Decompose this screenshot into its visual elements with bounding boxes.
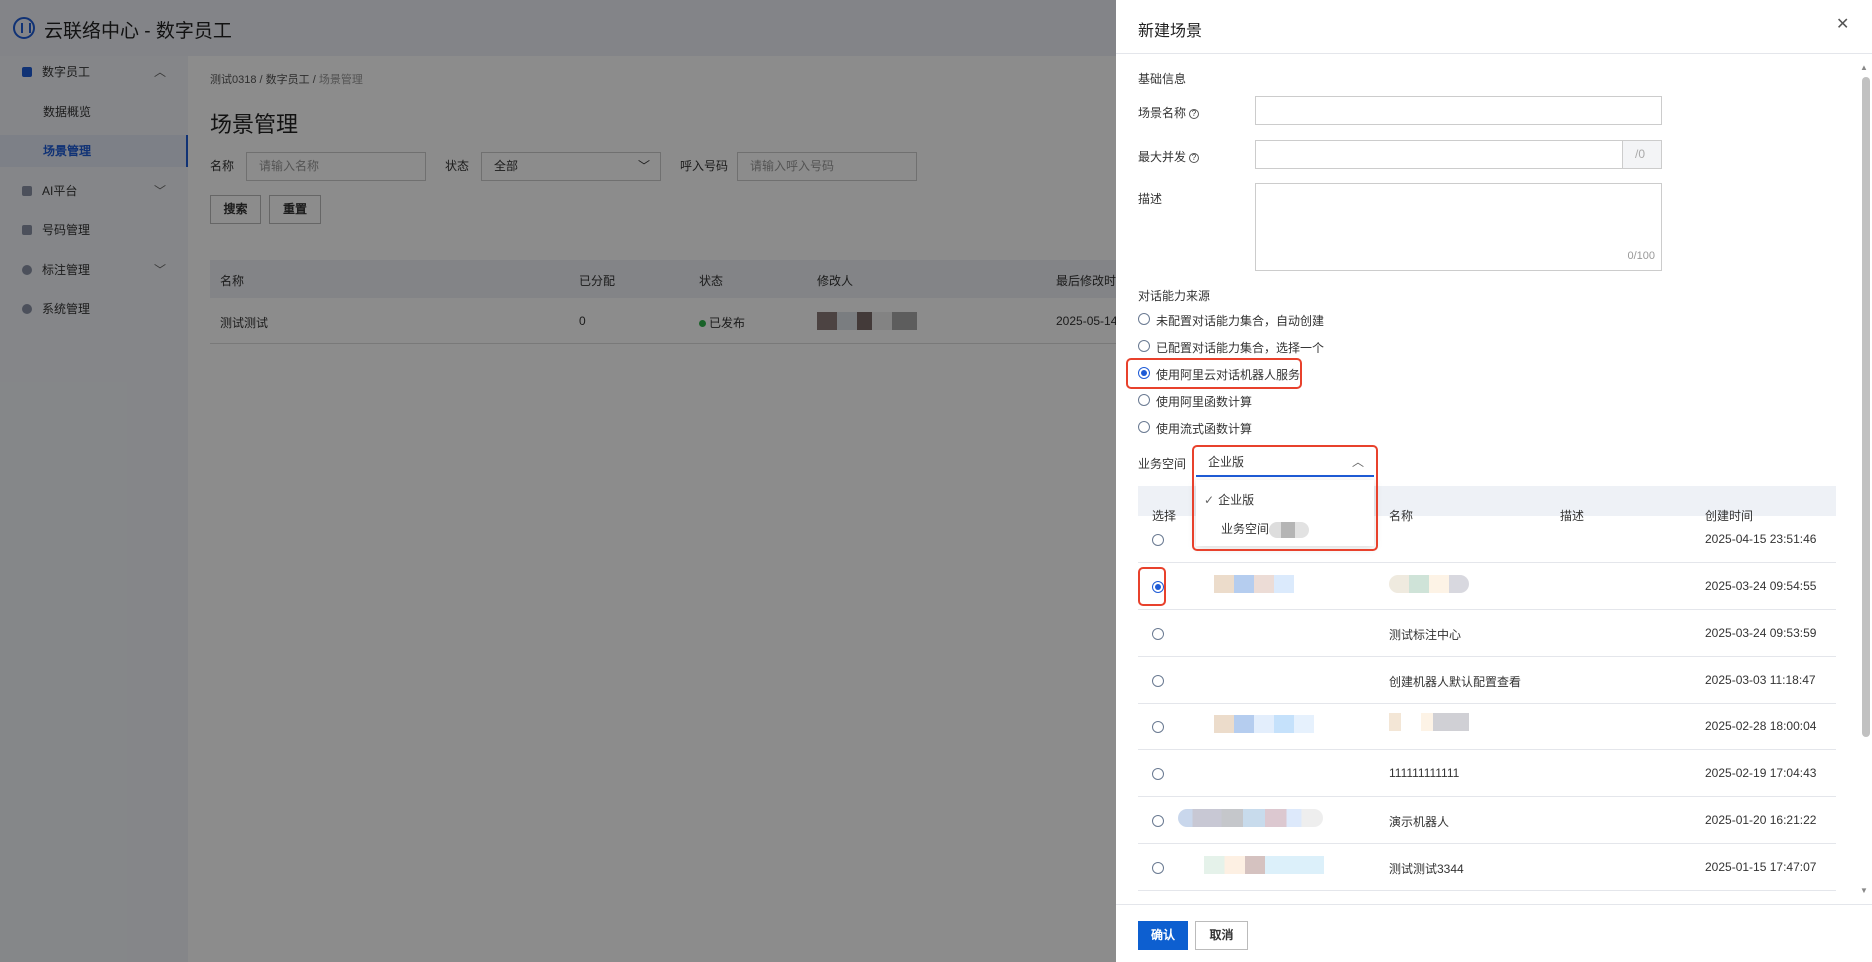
highlight-box — [1192, 445, 1378, 551]
description-textarea[interactable]: 0/100 — [1255, 183, 1662, 271]
source-radio-select-existing[interactable] — [1138, 340, 1150, 352]
description-label: 描述 — [1138, 192, 1163, 206]
close-icon[interactable]: ✕ — [1836, 14, 1849, 34]
redacted-block — [1214, 575, 1294, 593]
source-radio-stream-function[interactable] — [1138, 421, 1150, 433]
redacted-block — [1178, 809, 1323, 827]
radio-label[interactable]: 使用阿里函数计算 — [1156, 393, 1252, 410]
help-icon[interactable]: ? — [1189, 152, 1200, 163]
help-icon[interactable]: ? — [1189, 108, 1200, 119]
cancel-button[interactable]: 取消 — [1195, 921, 1248, 950]
table-row[interactable]: 2025-02-28 18:00:04 — [1138, 703, 1836, 750]
footer-divider — [1116, 904, 1872, 905]
drawer-title: 新建场景 — [1138, 23, 1203, 40]
table-row[interactable]: 演示机器人 2025-01-20 16:21:22 — [1138, 797, 1836, 844]
row-created-time: 2025-02-19 17:04:43 — [1705, 766, 1817, 780]
row-name: 111111111111 — [1389, 766, 1460, 780]
scene-name-input[interactable] — [1255, 96, 1662, 125]
scroll-up-icon[interactable]: ▲ — [1860, 63, 1868, 72]
table-row[interactable]: 测试标注中心 2025-03-24 09:53:59 — [1138, 610, 1836, 657]
row-radio[interactable] — [1152, 675, 1164, 687]
max-concurrency-label: 最大并发? — [1138, 148, 1200, 165]
label-text: 最大并发 — [1138, 150, 1187, 164]
redacted-block — [1389, 575, 1469, 593]
scroll-down-icon[interactable]: ▼ — [1860, 886, 1868, 895]
char-counter: 0/100 — [1627, 250, 1655, 262]
highlight-box — [1126, 358, 1302, 389]
workspace-label: 业务空间 — [1138, 457, 1187, 471]
row-radio[interactable] — [1152, 721, 1164, 733]
row-created-time: 2025-03-24 09:53:59 — [1705, 626, 1817, 640]
row-created-time: 2025-01-15 17:47:07 — [1705, 860, 1817, 874]
highlight-box — [1138, 567, 1166, 606]
redacted-block — [1214, 715, 1314, 733]
new-scene-drawer: 新建场景 ✕ 基础信息 场景名称? 最大并发? /0 描述 0/100 对话能力… — [1116, 0, 1872, 962]
row-radio[interactable] — [1152, 628, 1164, 640]
row-created-time: 2025-01-20 16:21:22 — [1705, 813, 1817, 827]
row-created-time: 2025-02-28 18:00:04 — [1705, 719, 1817, 733]
section-basic-info: 基础信息 — [1138, 72, 1187, 86]
row-name: 测试标注中心 — [1389, 628, 1462, 642]
table-row[interactable]: 测试测试3344 2025-01-15 17:47:07 — [1138, 844, 1836, 891]
source-radio-auto-create[interactable] — [1138, 313, 1150, 325]
redacted-block — [1389, 713, 1469, 731]
table-row[interactable]: 2025-03-24 09:54:55 — [1138, 563, 1836, 610]
section-dialog-source: 对话能力来源 — [1138, 289, 1211, 303]
row-radio[interactable] — [1152, 768, 1164, 780]
confirm-button[interactable]: 确认 — [1138, 921, 1188, 950]
row-created-time: 2025-03-24 09:54:55 — [1705, 579, 1817, 593]
row-radio[interactable] — [1152, 815, 1164, 827]
row-radio[interactable] — [1152, 862, 1164, 874]
row-name: 演示机器人 — [1389, 815, 1450, 829]
table-row[interactable]: 111111111111 2025-02-19 17:04:43 — [1138, 750, 1836, 797]
scrollbar-thumb[interactable] — [1862, 77, 1870, 737]
source-radio-function-compute[interactable] — [1138, 394, 1150, 406]
modal-overlay[interactable] — [0, 0, 1116, 962]
radio-label[interactable]: 已配置对话能力集合，选择一个 — [1156, 339, 1324, 356]
radio-label[interactable]: 使用流式函数计算 — [1156, 420, 1252, 437]
label-text: 场景名称 — [1138, 106, 1187, 120]
max-concurrency-input[interactable] — [1255, 140, 1623, 169]
row-radio[interactable] — [1152, 534, 1164, 546]
row-name: 创建机器人默认配置查看 — [1389, 675, 1522, 689]
redacted-block — [1204, 856, 1324, 874]
row-name: 测试测试3344 — [1389, 862, 1464, 876]
scene-name-label: 场景名称? — [1138, 104, 1200, 121]
concurrency-suffix: /0 — [1622, 140, 1662, 169]
divider — [1116, 53, 1872, 54]
table-row[interactable]: 创建机器人默认配置查看 2025-03-03 11:18:47 — [1138, 657, 1836, 704]
row-created-time: 2025-03-03 11:18:47 — [1705, 673, 1816, 687]
row-created-time: 2025-04-15 23:51:46 — [1705, 532, 1817, 546]
radio-label[interactable]: 未配置对话能力集合，自动创建 — [1156, 312, 1324, 329]
